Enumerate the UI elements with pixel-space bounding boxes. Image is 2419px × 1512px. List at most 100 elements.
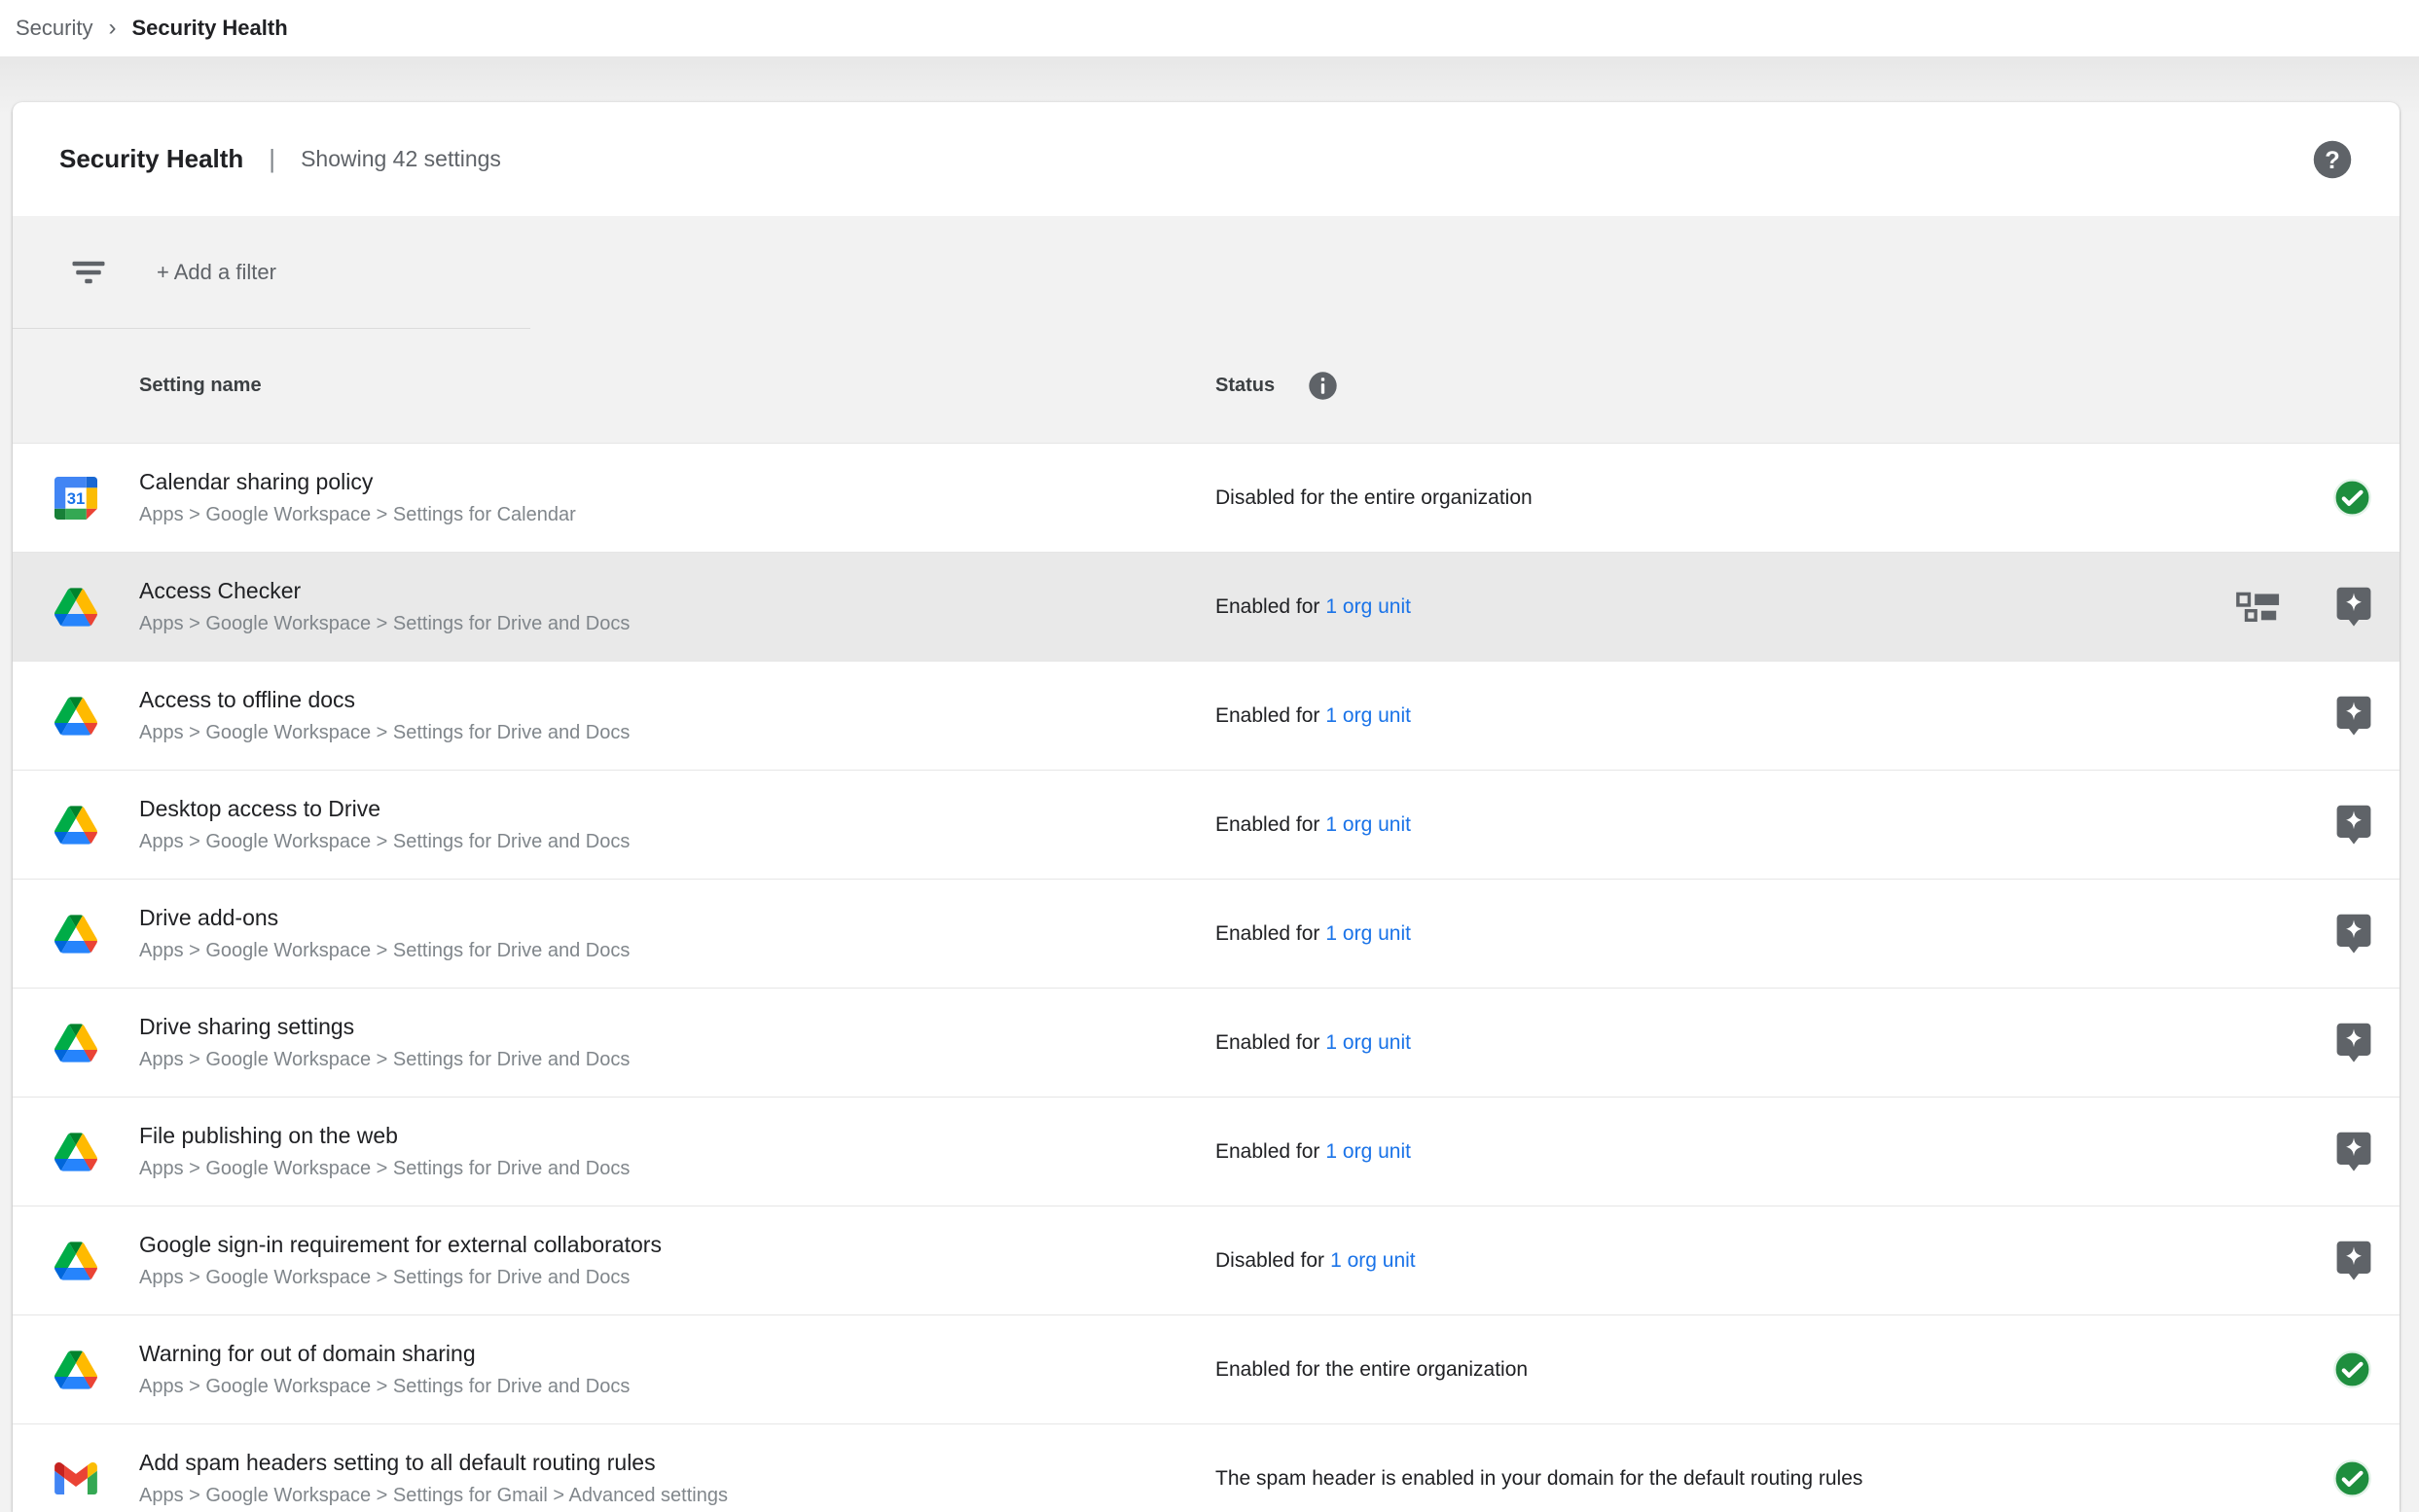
setting-path: Apps > Google Workspace > Settings for D… bbox=[139, 940, 630, 962]
setting-row[interactable]: Access to offline docs Apps > Google Wor… bbox=[13, 661, 2400, 770]
org-unit-link[interactable]: 1 org unit bbox=[1330, 1249, 1416, 1273]
setting-path: Apps > Google Workspace > Settings for D… bbox=[139, 831, 630, 853]
column-header-status: Status bbox=[1215, 375, 1275, 397]
google-drive-icon bbox=[54, 1131, 97, 1173]
setting-status-cell: Enabled for 1 org unit bbox=[1215, 695, 2400, 737]
column-header-setting-name: Setting name bbox=[13, 375, 1215, 397]
google-drive-icon bbox=[54, 586, 97, 629]
breadcrumb-current-page: Security Health bbox=[131, 16, 287, 41]
check-circle-icon bbox=[2332, 1350, 2372, 1389]
chevron-right-icon: › bbox=[108, 15, 116, 42]
setting-row[interactable]: Drive sharing settings Apps > Google Wor… bbox=[13, 988, 2400, 1097]
google-drive-icon bbox=[54, 695, 97, 738]
setting-status-cell: Enabled for 1 org unit bbox=[1215, 1022, 2400, 1063]
filter-icon[interactable] bbox=[71, 260, 106, 285]
breadcrumb: Security › Security Health bbox=[0, 0, 2419, 56]
title-separator: | bbox=[269, 144, 275, 174]
org-unit-link[interactable]: 1 org unit bbox=[1325, 1140, 1411, 1164]
page-title: Security Health bbox=[59, 144, 243, 174]
setting-title: Access Checker bbox=[139, 578, 630, 604]
status-text: Enabled for bbox=[1215, 813, 1319, 837]
setting-status-cell: Disabled for the entire organization bbox=[1215, 478, 2400, 518]
setting-title: Desktop access to Drive bbox=[139, 796, 630, 822]
setting-title: Drive sharing settings bbox=[139, 1014, 630, 1040]
org-unit-link[interactable]: 1 org unit bbox=[1325, 813, 1411, 837]
setting-title: Add spam headers setting to all default … bbox=[139, 1450, 728, 1476]
google-drive-icon bbox=[54, 1240, 97, 1282]
setting-status-cell: Enabled for 1 org unit bbox=[1215, 913, 2400, 954]
google-drive-icon bbox=[54, 913, 97, 955]
security-health-page: Security › Security Health Security Heal… bbox=[0, 0, 2419, 1512]
recommendation-flag-icon[interactable] bbox=[2335, 1131, 2372, 1172]
setting-name-cell: Add spam headers setting to all default … bbox=[13, 1450, 1215, 1507]
status-text: Enabled for bbox=[1215, 922, 1319, 946]
setting-path: Apps > Google Workspace > Settings for D… bbox=[139, 1049, 630, 1071]
google-calendar-icon: 31 bbox=[54, 477, 97, 520]
card-header: Security Health | Showing 42 settings ? bbox=[13, 102, 2400, 216]
setting-path: Apps > Google Workspace > Settings for D… bbox=[139, 1376, 630, 1398]
add-filter-button[interactable]: + Add a filter bbox=[157, 260, 276, 285]
setting-status-cell: Enabled for 1 org unit bbox=[1215, 1131, 2400, 1172]
setting-name-cell: Google sign-in requirement for external … bbox=[13, 1232, 1215, 1289]
setting-path: Apps > Google Workspace > Settings for D… bbox=[139, 1158, 630, 1180]
google-drive-icon bbox=[54, 804, 97, 846]
setting-path: Apps > Google Workspace > Settings for D… bbox=[139, 613, 630, 635]
setting-status-cell: Disabled for 1 org unit bbox=[1215, 1240, 2400, 1281]
org-unit-link[interactable]: 1 org unit bbox=[1325, 704, 1411, 728]
org-unit-link[interactable]: 1 org unit bbox=[1325, 922, 1411, 946]
filter-and-header-band: + Add a filter Setting name Status bbox=[13, 216, 2400, 443]
setting-name-cell: 31 Calendar sharing policy Apps > Google… bbox=[13, 469, 1215, 526]
recommendation-flag-icon[interactable] bbox=[2335, 695, 2372, 737]
setting-path: Apps > Google Workspace > Settings for C… bbox=[139, 504, 576, 526]
check-circle-icon bbox=[2332, 1458, 2372, 1498]
check-circle-icon bbox=[2332, 478, 2372, 518]
status-text: Enabled for bbox=[1215, 1140, 1319, 1164]
setting-row[interactable]: Drive add-ons Apps > Google Workspace > … bbox=[13, 879, 2400, 988]
setting-row[interactable]: Add spam headers setting to all default … bbox=[13, 1423, 2400, 1512]
filter-bar: + Add a filter bbox=[13, 216, 2400, 328]
setting-status-cell: The spam header is enabled in your domai… bbox=[1215, 1458, 2400, 1498]
setting-name-cell: File publishing on the web Apps > Google… bbox=[13, 1123, 1215, 1180]
svg-text:?: ? bbox=[2325, 146, 2340, 173]
org-unit-link[interactable]: 1 org unit bbox=[1325, 595, 1411, 619]
setting-row[interactable]: 31 Calendar sharing policy Apps > Google… bbox=[13, 443, 2400, 552]
setting-row[interactable]: Access Checker Apps > Google Workspace >… bbox=[13, 552, 2400, 661]
info-icon[interactable] bbox=[1308, 371, 1338, 401]
help-icon[interactable]: ? bbox=[2312, 139, 2353, 180]
setting-row[interactable]: Google sign-in requirement for external … bbox=[13, 1206, 2400, 1314]
setting-path: Apps > Google Workspace > Settings for D… bbox=[139, 1267, 662, 1289]
setting-name-cell: Drive add-ons Apps > Google Workspace > … bbox=[13, 905, 1215, 962]
applied-rule-icon bbox=[2236, 590, 2281, 624]
setting-title: Google sign-in requirement for external … bbox=[139, 1232, 662, 1258]
setting-title: Drive add-ons bbox=[139, 905, 630, 931]
recommendation-flag-icon[interactable] bbox=[2335, 586, 2372, 628]
settings-list: 31 Calendar sharing policy Apps > Google… bbox=[13, 443, 2400, 1512]
gmail-icon bbox=[54, 1458, 97, 1500]
status-text: Disabled for the entire organization bbox=[1215, 486, 1533, 510]
recommendation-flag-icon[interactable] bbox=[2335, 1022, 2372, 1063]
status-text: Enabled for bbox=[1215, 704, 1319, 728]
recommendation-flag-icon[interactable] bbox=[2335, 1240, 2372, 1281]
setting-path: Apps > Google Workspace > Settings for G… bbox=[139, 1485, 728, 1507]
table-header-row: Setting name Status bbox=[13, 329, 2400, 443]
recommendation-flag-icon[interactable] bbox=[2335, 804, 2372, 846]
setting-title: Access to offline docs bbox=[139, 687, 630, 713]
setting-row[interactable]: File publishing on the web Apps > Google… bbox=[13, 1097, 2400, 1206]
google-drive-icon bbox=[54, 1022, 97, 1064]
status-text: Disabled for bbox=[1215, 1249, 1324, 1273]
google-drive-icon bbox=[54, 1349, 97, 1391]
recommendation-flag-icon[interactable] bbox=[2335, 913, 2372, 954]
setting-status-cell: Enabled for the entire organization bbox=[1215, 1350, 2400, 1389]
svg-text:31: 31 bbox=[67, 488, 86, 507]
setting-name-cell: Warning for out of domain sharing Apps >… bbox=[13, 1341, 1215, 1398]
org-unit-link[interactable]: 1 org unit bbox=[1325, 1031, 1411, 1055]
setting-name-cell: Drive sharing settings Apps > Google Wor… bbox=[13, 1014, 1215, 1071]
setting-status-cell: Enabled for 1 org unit bbox=[1215, 804, 2400, 846]
status-text: Enabled for bbox=[1215, 1031, 1319, 1055]
setting-row[interactable]: Warning for out of domain sharing Apps >… bbox=[13, 1314, 2400, 1423]
breadcrumb-security-link[interactable]: Security bbox=[16, 16, 92, 41]
setting-title: File publishing on the web bbox=[139, 1123, 630, 1149]
setting-row[interactable]: Desktop access to Drive Apps > Google Wo… bbox=[13, 770, 2400, 879]
setting-title: Warning for out of domain sharing bbox=[139, 1341, 630, 1367]
setting-status-cell: Enabled for 1 org unit bbox=[1215, 586, 2400, 628]
